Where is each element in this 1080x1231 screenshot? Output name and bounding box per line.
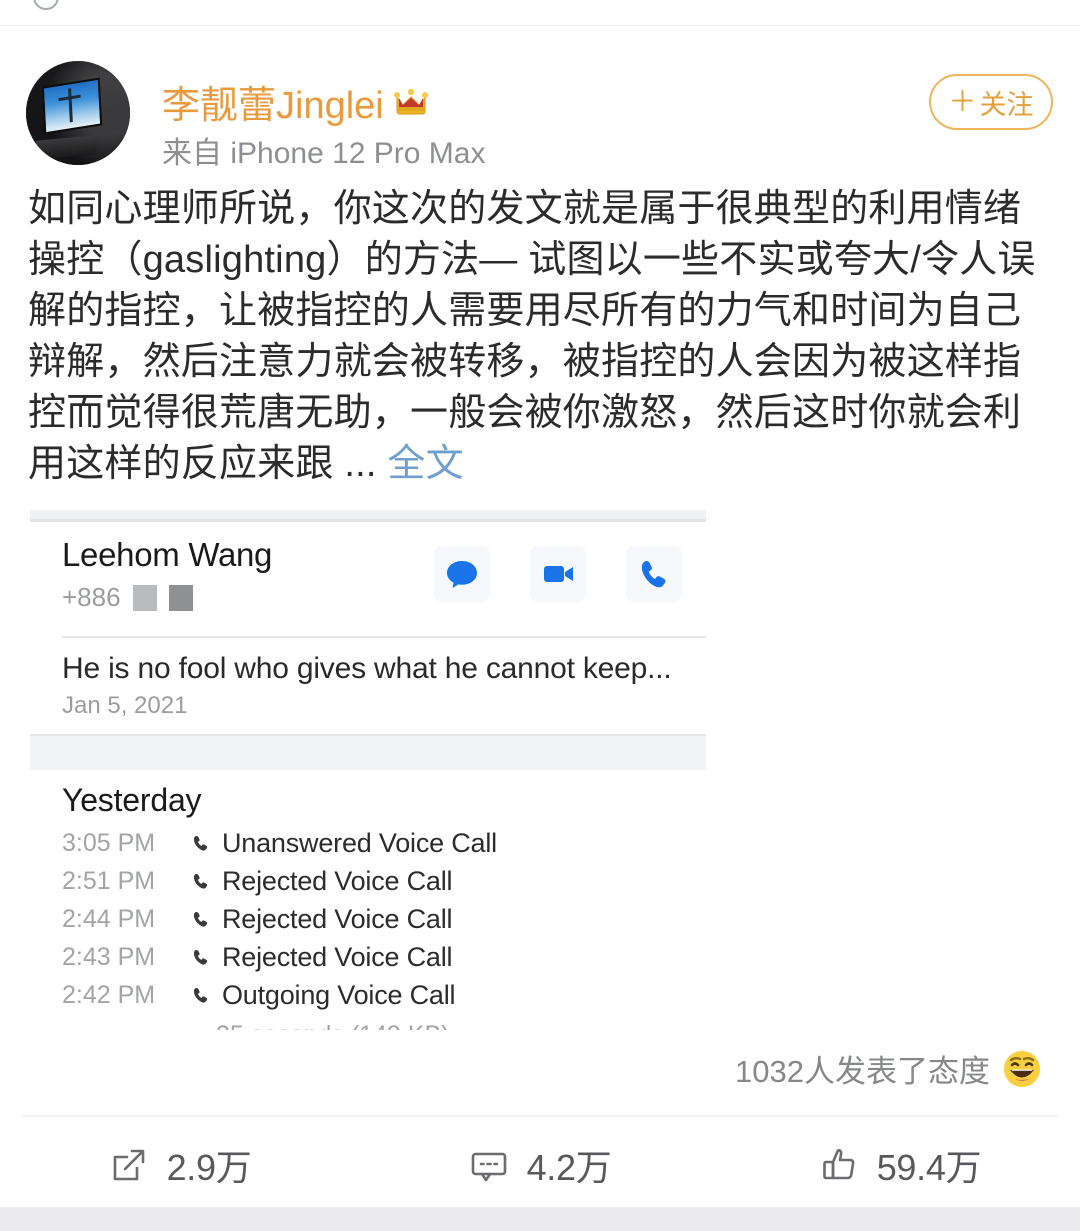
call-type-label: Rejected Voice Call [222, 865, 453, 896]
share-icon [109, 1145, 149, 1185]
call-type-label: Rejected Voice Call [222, 941, 453, 972]
embed-section-band [30, 734, 706, 770]
embed-top-band [30, 510, 706, 519]
action-bar: 2.9万 4.2万 59.4万 [0, 1122, 1080, 1208]
follow-button[interactable]: ＋ 关注 [929, 74, 1053, 130]
share-button[interactable]: 2.9万 [0, 1139, 360, 1191]
crown-icon [393, 86, 428, 117]
contact-action-buttons [434, 546, 682, 602]
phone-handset-icon [190, 984, 212, 1006]
call-type: Outgoing Voice Call [190, 979, 456, 1011]
contact-header: Leehom Wang +886 [30, 536, 706, 634]
phone-handset-icon [190, 832, 212, 854]
embed-section-band-line [30, 734, 706, 736]
weibo-post-screenshot: 李靓蕾Jinglei 来自 iPhone 12 Pro Max ＋ 关注 如同心… [0, 0, 1080, 1231]
call-type: Rejected Voice Call [190, 941, 453, 973]
message-bubble-icon[interactable] [434, 546, 490, 602]
post-source: 来自 iPhone 12 Pro Max [162, 137, 486, 170]
redaction-block [168, 584, 193, 611]
call-type-label: Unanswered Voice Call [222, 827, 497, 858]
phone-handset-icon [190, 946, 212, 968]
attitudes-row[interactable]: 1032人发表了态度 [735, 1046, 1042, 1091]
embed-top-band-line [30, 519, 706, 522]
call-type-label: Rejected Voice Call [222, 903, 453, 934]
call-type: Unanswered Voice Call [190, 828, 497, 859]
like-button[interactable]: 59.4万 [720, 1139, 1080, 1191]
call-log-row: 2:42 PM Outgoing Voice Call [30, 976, 706, 1014]
like-icon [819, 1145, 859, 1185]
plus-icon: ＋ [948, 86, 977, 117]
redaction-block [132, 584, 157, 611]
expand-full-text-link[interactable]: 全文 [387, 443, 463, 485]
action-bar-divider [22, 1115, 1058, 1117]
attitudes-count-label: 1032人发表了态度 [735, 1054, 990, 1089]
avatar[interactable] [26, 61, 130, 165]
call-time: 3:05 PM [62, 828, 156, 857]
comment-icon [469, 1145, 509, 1185]
call-log-list: 3:05 PM Unanswered Voice Call 2:51 PM Re… [30, 824, 706, 1031]
call-log-row: 2:44 PM Rejected Voice Call [30, 900, 706, 938]
call-time: 2:44 PM [62, 904, 156, 933]
call-log-day-header: Yesterday [62, 782, 202, 818]
comment-count: 4.2万 [526, 1147, 612, 1188]
like-count: 59.4万 [876, 1147, 982, 1188]
message-date: Jan 5, 2021 [62, 692, 188, 719]
top-divider [0, 25, 1080, 26]
contact-number-row: +886 [62, 582, 193, 613]
call-time: 2:51 PM [62, 866, 156, 895]
author-name-row: 李靓蕾Jinglei [162, 74, 428, 129]
phone-handset-icon [190, 870, 212, 892]
call-log-row: 2:51 PM Rejected Voice Call [30, 862, 706, 900]
bottom-band [0, 1207, 1080, 1231]
call-time: 2:42 PM [62, 980, 156, 1009]
avatar-screen-shape [41, 77, 103, 135]
grinning-face-emoji [1002, 1049, 1042, 1089]
phone-handset-icon [190, 908, 212, 930]
message-preview-text: He is no fool who gives what he cannot k… [62, 652, 672, 685]
call-duration: 25 seconds (149 KB) [216, 1021, 449, 1031]
call-type: Rejected Voice Call [190, 903, 453, 935]
call-type: Rejected Voice Call [190, 865, 453, 897]
embedded-screenshot-image[interactable]: Leehom Wang +886 He is no fool who gives… [30, 510, 706, 1030]
post-body-text: 如同心理师所说，你这次的发文就是属于很典型的利用情绪操控（gaslighting… [28, 188, 1036, 485]
repost-icon [33, 0, 59, 10]
phone-icon[interactable] [626, 546, 682, 602]
contact-number: +886 [62, 582, 121, 612]
author-name[interactable]: 李靓蕾Jinglei [162, 74, 384, 129]
call-type-label: Outgoing Voice Call [222, 979, 456, 1010]
post-body: 如同心理师所说，你这次的发文就是属于很典型的利用情绪操控（gaslighting… [28, 184, 1048, 490]
previous-post-remnant [0, 0, 1080, 32]
call-duration-row: 25 seconds (149 KB) [30, 1014, 706, 1031]
share-count: 2.9万 [166, 1147, 252, 1188]
embed-divider [62, 636, 706, 638]
contact-name: Leehom Wang [62, 536, 273, 573]
post-header: 李靓蕾Jinglei 来自 iPhone 12 Pro Max ＋ 关注 [0, 52, 1080, 172]
call-log-row: 2:43 PM Rejected Voice Call [30, 938, 706, 976]
follow-button-label: 关注 [979, 89, 1034, 120]
call-log-row: 3:05 PM Unanswered Voice Call [30, 824, 706, 862]
video-camera-icon[interactable] [530, 546, 586, 602]
comment-button[interactable]: 4.2万 [360, 1139, 720, 1191]
call-time: 2:43 PM [62, 942, 156, 971]
